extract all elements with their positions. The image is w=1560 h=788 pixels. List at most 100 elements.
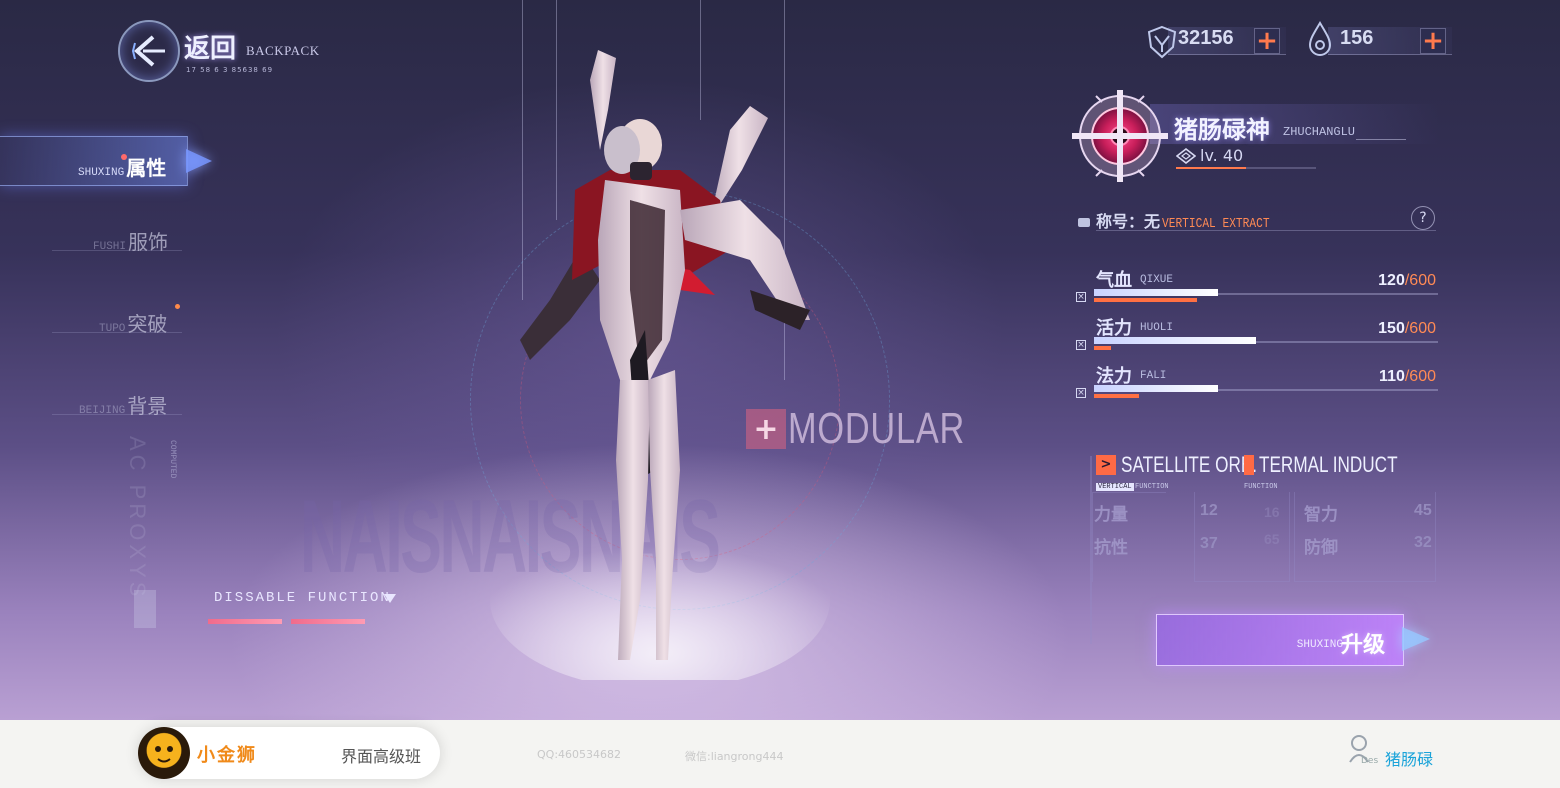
vertical-deco-small: COMPUTED bbox=[168, 440, 177, 479]
footer-bar: 小金狮 界面高级班 QQ:460534682 微信:liangrong444 D… bbox=[0, 720, 1560, 788]
checkbox-x-icon[interactable]: × bbox=[1076, 292, 1086, 302]
stat-fill bbox=[1094, 385, 1218, 392]
title-label: 称号： bbox=[1096, 212, 1145, 231]
lion-logo-icon bbox=[138, 727, 190, 779]
stat-value: 110/600 bbox=[1379, 368, 1436, 386]
deco-line bbox=[1356, 139, 1406, 140]
checkbox-x-icon[interactable]: × bbox=[1076, 388, 1086, 398]
game-scene: NAISNAISNAIS AC PROXYS COMPUTED 返回 BACKP… bbox=[0, 0, 1560, 720]
dissable-bar bbox=[208, 619, 282, 624]
nav-item-label: 属性 bbox=[126, 156, 167, 180]
dropdown-triangle-icon[interactable] bbox=[384, 594, 396, 603]
dissable-bar bbox=[291, 619, 365, 624]
function-tag: FUNCTION bbox=[1135, 483, 1169, 491]
attr-li-value2: 16 bbox=[1264, 504, 1280, 520]
vertical-deco-text: AC PROXYS bbox=[125, 436, 150, 601]
modular-label: + MODULAR bbox=[746, 404, 1015, 454]
title-value: 无 bbox=[1144, 212, 1161, 231]
stat-subfill bbox=[1094, 298, 1197, 302]
stat-pinyin: QIXUE bbox=[1140, 274, 1174, 286]
back-arrow-icon bbox=[118, 20, 180, 82]
stat-max: /600 bbox=[1404, 272, 1436, 289]
nav-item-pinyin: TUPO bbox=[99, 323, 126, 335]
nav-item-label: 服饰 bbox=[128, 230, 169, 254]
nav-item-label: 突破 bbox=[127, 312, 168, 336]
character-pinyin: ZHUCHANGLU bbox=[1283, 125, 1356, 139]
back-label: 返回 bbox=[184, 34, 237, 64]
stat-pinyin: FALI bbox=[1140, 370, 1167, 382]
stat-fill bbox=[1094, 337, 1256, 344]
drop-currency: 156 + bbox=[1306, 21, 1452, 57]
modular-plus-icon: + bbox=[746, 409, 786, 449]
attr-fang-value: 32 bbox=[1414, 534, 1432, 551]
stat-subfill bbox=[1094, 346, 1111, 350]
nav-item-pinyin: BEIJING bbox=[79, 405, 126, 417]
nav-item-fushi[interactable]: FUSHI 服饰 bbox=[93, 226, 168, 255]
attr-kang-value2: 65 bbox=[1264, 531, 1280, 547]
nav-item-pinyin: FUSHI bbox=[93, 241, 127, 253]
shield-icon bbox=[1147, 25, 1177, 59]
satellite-orb-text: SATELLITE ORB. bbox=[1121, 452, 1258, 477]
attr-kang-value: 37 bbox=[1200, 535, 1218, 552]
tag-icon bbox=[1078, 218, 1090, 227]
stat-subfill bbox=[1094, 394, 1139, 398]
qq-info: QQ:460534682 bbox=[537, 748, 622, 761]
stat-fill bbox=[1094, 289, 1218, 296]
upgrade-label: 升级 bbox=[1340, 633, 1385, 658]
droplet-icon bbox=[1308, 21, 1332, 56]
stat-qixue: × 气血 QIXUE 120/600 bbox=[1076, 266, 1440, 312]
nav-item-beijing[interactable]: BEIJING 背景 bbox=[79, 390, 167, 419]
upgrade-button[interactable]: SHUXING 升级 bbox=[1156, 614, 1404, 666]
nav-item-label: 背景 bbox=[127, 394, 168, 418]
notification-dot bbox=[121, 154, 127, 160]
back-button[interactable]: 返回 BACKPACK 17 58 6 3 85638 69 bbox=[100, 12, 330, 82]
checkbox-x-icon[interactable]: × bbox=[1076, 340, 1086, 350]
level-text: lv. 40 bbox=[1200, 146, 1244, 165]
diamond-icon bbox=[1176, 147, 1196, 164]
stat-max: /600 bbox=[1404, 320, 1436, 337]
stat-value: 150/600 bbox=[1378, 320, 1436, 338]
play-arrow-icon: > bbox=[1096, 455, 1116, 475]
title-divider bbox=[1096, 230, 1436, 231]
termal-induct-text: TERMAL INDUCT bbox=[1259, 452, 1398, 477]
user-name: 猪肠碌 bbox=[1385, 750, 1434, 769]
coin-value: 32156 bbox=[1178, 27, 1234, 49]
brand-pill: 小金狮 界面高级班 bbox=[138, 727, 440, 779]
stat-current: 120 bbox=[1378, 272, 1405, 289]
stat-current: 150 bbox=[1378, 320, 1405, 337]
user-des: Des bbox=[1361, 756, 1379, 766]
vertical-tag: VERTICAL bbox=[1096, 483, 1134, 491]
attr-zhi-value: 45 bbox=[1414, 502, 1432, 519]
deco-block bbox=[134, 590, 156, 628]
nav-item-tupo[interactable]: TUPO 突破 bbox=[99, 308, 167, 337]
upgrade-pinyin: SHUXING bbox=[1296, 639, 1343, 651]
help-icon[interactable]: ? bbox=[1411, 206, 1435, 230]
stat-pinyin: HUOLI bbox=[1140, 322, 1174, 334]
attr-li-label: 力量 bbox=[1094, 505, 1128, 525]
stat-max: /600 bbox=[1404, 368, 1436, 385]
upgrade-arrow-icon bbox=[1402, 627, 1430, 651]
stat-huoli: × 活力 HUOLI 150/600 bbox=[1076, 314, 1440, 360]
stat-current: 110 bbox=[1379, 368, 1405, 385]
attr-kang-label: 抗性 bbox=[1094, 538, 1128, 558]
wechat-info: 微信:liangrong444 bbox=[685, 750, 784, 763]
attr-li-value: 12 bbox=[1200, 502, 1218, 519]
back-sublabel: BACKPACK bbox=[246, 43, 320, 58]
crosshair-emblem-icon bbox=[1072, 90, 1168, 182]
drop-value: 156 bbox=[1340, 27, 1374, 49]
title-row: 称号： 无 VERTICAL EXTRACT bbox=[1078, 208, 1296, 232]
character-figure bbox=[490, 50, 830, 680]
course-name: 界面高级班 bbox=[341, 747, 422, 766]
dissable-function-label[interactable]: DISSABLE FUNCTION bbox=[214, 590, 391, 606]
modular-text: MODULAR bbox=[788, 404, 966, 453]
marker-icon bbox=[1244, 455, 1254, 475]
level-indicator: lv. 40 bbox=[1176, 146, 1243, 165]
notification-dot bbox=[175, 304, 180, 309]
termal-induct-label: TERMAL INDUCT bbox=[1244, 452, 1437, 478]
level-fill bbox=[1176, 167, 1246, 169]
stat-value: 120/600 bbox=[1378, 272, 1436, 290]
add-coin-button[interactable]: + bbox=[1254, 28, 1280, 54]
add-drop-button[interactable]: + bbox=[1420, 28, 1446, 54]
function-tag: FUNCTION bbox=[1244, 483, 1278, 491]
character-name: 猪肠碌神 bbox=[1174, 116, 1270, 144]
